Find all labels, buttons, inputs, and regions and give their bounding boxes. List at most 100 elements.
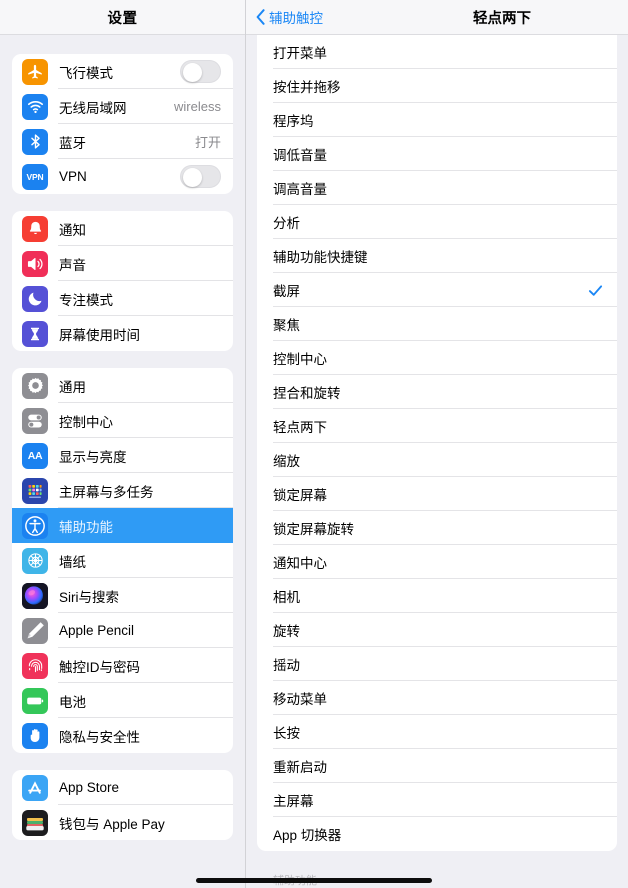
checkmark-icon bbox=[588, 284, 603, 296]
sidebar-item-label: 蓝牙 bbox=[59, 135, 86, 151]
sidebar-item-label: 主屏幕与多任务 bbox=[59, 484, 154, 500]
privacy-hand-icon bbox=[22, 722, 48, 749]
sidebar-item-label: 飞行模式 bbox=[59, 65, 113, 81]
sidebar-item-label: App Store bbox=[59, 780, 120, 795]
detail-pane: 辅助触控 轻点两下 打开菜单按住并拖移 程序坞调低音量调高音量 分析 辅助功能快捷键截… bbox=[246, 0, 628, 888]
back-button[interactable]: 辅助触控 bbox=[256, 7, 323, 27]
sidebar-item-value: 打开 bbox=[194, 135, 221, 150]
sidebar-item-label: 显示与亮度 bbox=[59, 449, 127, 465]
option-row[interactable]: 长按 bbox=[257, 715, 617, 749]
option-row[interactable]: 相机 bbox=[257, 579, 617, 613]
sidebar-item-privacy-hand[interactable]: 隐私与安全性 bbox=[12, 718, 233, 753]
option-row[interactable]: 捏合和旋转 bbox=[257, 375, 617, 409]
home-indicator[interactable] bbox=[196, 878, 432, 883]
option-row[interactable]: 辅助功能快捷键 bbox=[257, 239, 617, 273]
option-row[interactable]: 打开菜单 bbox=[257, 35, 617, 69]
touch-id-icon bbox=[22, 652, 48, 679]
sidebar-scroll-area[interactable]: 飞行模式无线局域网 wireless 蓝牙 打开 VPN VPN 通知 声音 专注模式屏幕使用时… bbox=[0, 35, 245, 888]
option-row[interactable]: 锁定屏幕旋转 bbox=[257, 511, 617, 545]
option-label: 移动菜单 bbox=[273, 692, 327, 707]
sidebar-item-bell[interactable]: 通知 bbox=[12, 211, 233, 246]
option-row[interactable]: 旋转 bbox=[257, 613, 617, 647]
sidebar-item-hourglass[interactable]: 屏幕使用时间 bbox=[12, 316, 233, 351]
sidebar-item-label: 无线局域网 bbox=[59, 100, 127, 116]
sidebar-group: 通用控制中心 AA 显示与亮度主屏幕与多任务辅助功能 墙纸 Siri与搜索 Apple P… bbox=[12, 368, 233, 753]
sidebar-item-vpn[interactable]: VPN VPN bbox=[12, 159, 233, 194]
sidebar-item-home-screen[interactable]: 主屏幕与多任务 bbox=[12, 473, 233, 508]
sidebar-item-siri[interactable]: Siri与搜索 bbox=[12, 578, 233, 613]
detail-header: 辅助触控 轻点两下 bbox=[246, 0, 628, 35]
sidebar-group: App Store 钱包与 Apple Pay bbox=[12, 770, 233, 840]
option-row[interactable]: 主屏幕 bbox=[257, 783, 617, 817]
option-row[interactable]: 轻点两下 bbox=[257, 409, 617, 443]
sidebar-item-pencil[interactable]: Apple Pencil bbox=[12, 613, 233, 648]
option-label: 相机 bbox=[273, 590, 300, 605]
option-row[interactable]: 缩放 bbox=[257, 443, 617, 477]
page-title: 设置 bbox=[107, 10, 138, 27]
option-label: 锁定屏幕旋转 bbox=[273, 522, 354, 537]
wallpaper-icon bbox=[22, 547, 48, 574]
option-row[interactable]: 移动菜单 bbox=[257, 681, 617, 715]
option-label: 打开菜单 bbox=[273, 46, 327, 61]
option-label: 通知中心 bbox=[273, 556, 327, 571]
sidebar-item-touch-id[interactable]: 触控ID与密码 bbox=[12, 648, 233, 683]
option-list: 打开菜单按住并拖移 程序坞调低音量调高音量 分析 辅助功能快捷键 截屏聚焦控制中心捏合和… bbox=[257, 35, 617, 851]
option-row[interactable]: 摇动 bbox=[257, 647, 617, 681]
option-label: 轻点两下 bbox=[273, 420, 327, 435]
sidebar-item-label: VPN bbox=[59, 169, 87, 184]
sidebar-item-accessibility[interactable]: 辅助功能 bbox=[12, 508, 233, 543]
sidebar-item-label: Apple Pencil bbox=[59, 623, 135, 638]
toggle-switch[interactable] bbox=[180, 60, 221, 83]
sidebar-group: 飞行模式无线局域网 wireless 蓝牙 打开 VPN VPN bbox=[12, 54, 233, 194]
bluetooth-icon bbox=[22, 128, 48, 155]
option-row[interactable]: 锁定屏幕 bbox=[257, 477, 617, 511]
sidebar-item-label: 触控ID与密码 bbox=[59, 659, 140, 675]
sidebar-group: 通知 声音 专注模式屏幕使用时间 bbox=[12, 211, 233, 351]
option-row[interactable]: 聚焦 bbox=[257, 307, 617, 341]
sidebar-item-label: Siri与搜索 bbox=[59, 589, 119, 605]
accessibility-icon bbox=[22, 512, 48, 539]
sidebar-item-display-aa[interactable]: AA 显示与亮度 bbox=[12, 438, 233, 473]
sidebar-item-wallpaper[interactable]: 墙纸 bbox=[12, 543, 233, 578]
option-label: 调低音量 bbox=[273, 148, 327, 163]
option-row[interactable]: 控制中心 bbox=[257, 341, 617, 375]
option-label: 缩放 bbox=[273, 454, 300, 469]
option-row[interactable]: 程序坞 bbox=[257, 103, 617, 137]
display-aa-icon: AA bbox=[22, 442, 48, 469]
sidebar-item-label: 控制中心 bbox=[59, 414, 113, 430]
back-button-label: 辅助触控 bbox=[269, 11, 323, 26]
toggle-switch[interactable] bbox=[180, 165, 221, 188]
sidebar-item-wallet[interactable]: 钱包与 Apple Pay bbox=[12, 805, 233, 840]
settings-split-view: 设置 飞行模式无线局域网 wireless 蓝牙 打开 VPN VPN 通知 声音 专注模式屏幕… bbox=[0, 0, 628, 888]
sidebar-item-bluetooth[interactable]: 蓝牙 打开 bbox=[12, 124, 233, 159]
option-row[interactable]: 重新启动 bbox=[257, 749, 617, 783]
option-row[interactable]: App 切换器 bbox=[257, 817, 617, 851]
sidebar-item-wifi[interactable]: 无线局域网 wireless bbox=[12, 89, 233, 124]
sidebar-item-moon[interactable]: 专注模式 bbox=[12, 281, 233, 316]
sidebar-item-app-store[interactable]: App Store bbox=[12, 770, 233, 805]
detail-scroll-area[interactable]: 打开菜单按住并拖移 程序坞调低音量调高音量 分析 辅助功能快捷键 截屏聚焦控制中心捏合和… bbox=[246, 35, 628, 888]
option-row[interactable]: 截屏 bbox=[257, 273, 617, 307]
option-label: App 切换器 bbox=[273, 828, 342, 843]
sidebar-item-speaker[interactable]: 声音 bbox=[12, 246, 233, 281]
airplane-icon bbox=[22, 58, 48, 85]
sidebar-item-battery[interactable]: 电池 bbox=[12, 683, 233, 718]
sidebar-item-gear[interactable]: 通用 bbox=[12, 368, 233, 403]
option-label: 聚焦 bbox=[273, 318, 300, 333]
speaker-icon bbox=[22, 250, 48, 277]
option-row[interactable]: 通知中心 bbox=[257, 545, 617, 579]
sidebar-item-airplane[interactable]: 飞行模式 bbox=[12, 54, 233, 89]
wallet-icon bbox=[22, 809, 48, 836]
toggle-knob bbox=[182, 167, 202, 187]
option-row[interactable]: 按住并拖移 bbox=[257, 69, 617, 103]
sidebar-item-control-center[interactable]: 控制中心 bbox=[12, 403, 233, 438]
option-row[interactable]: 调低音量 bbox=[257, 137, 617, 171]
battery-icon bbox=[22, 687, 48, 714]
option-label: 旋转 bbox=[273, 624, 300, 639]
option-row[interactable]: 分析 bbox=[257, 205, 617, 239]
option-label: 重新启动 bbox=[273, 760, 327, 775]
option-label: 控制中心 bbox=[273, 352, 327, 367]
sidebar-item-label: 屏幕使用时间 bbox=[59, 327, 140, 343]
option-row[interactable]: 调高音量 bbox=[257, 171, 617, 205]
option-label: 主屏幕 bbox=[273, 794, 314, 809]
